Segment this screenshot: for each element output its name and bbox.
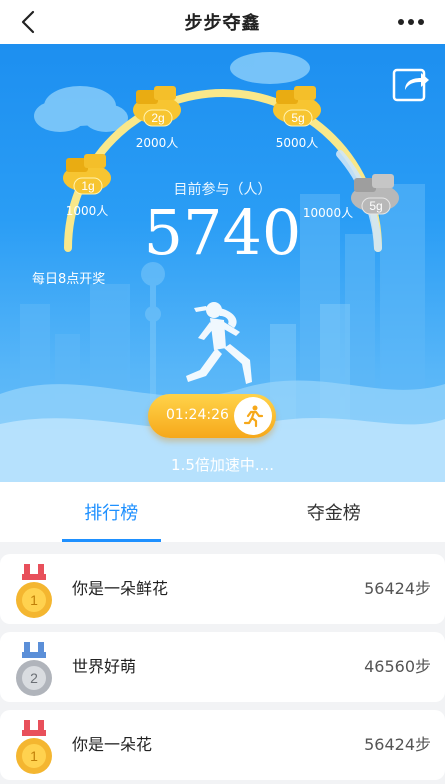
hero-banner: 1g 1000人 2g 2000人 5g 5000人 5g 10000人 目前参…	[0, 44, 445, 482]
list-item[interactable]: 1 你是一朵鲜花 56424步	[0, 554, 445, 624]
share-icon	[392, 68, 429, 102]
countdown-timer-button[interactable]: 01:24:26	[148, 394, 276, 438]
more-menu-button[interactable]	[391, 6, 431, 38]
gold-coin-stack-icon: 5g	[273, 86, 321, 127]
list-item[interactable]: 2 世界好萌 46560步	[0, 632, 445, 702]
medal-rank: 1	[30, 748, 38, 764]
user-name: 世界好萌	[72, 657, 137, 676]
tier-people-label: 5000人	[275, 136, 319, 150]
page: 步步夺鑫 1g 1000人 2g 2000人 5g 5000人 5g 10000…	[0, 0, 445, 784]
list-item[interactable]: 1 你是一朵花 56424步	[0, 710, 445, 780]
medal-rank: 2	[30, 670, 38, 686]
leaderboard-tabs: 排行榜 夺金榜	[0, 482, 445, 542]
gold-medal-icon: 1	[16, 564, 52, 618]
gold-medal-icon: 1	[16, 720, 52, 774]
reward-tier-3: 5g 5000人	[262, 80, 332, 151]
daily-draw-text: 每日8点开奖	[32, 272, 106, 287]
user-name: 你是一朵花	[72, 735, 153, 754]
step-count: 56424步	[364, 735, 431, 754]
medal-rank: 1	[30, 592, 38, 608]
gold-coin-stack-icon: 2g	[133, 86, 181, 127]
more-dots-icon	[398, 19, 404, 25]
step-count: 56424步	[364, 579, 431, 598]
chevron-left-icon	[21, 10, 35, 34]
tier-coin-label: 5g	[291, 111, 304, 125]
countdown-timer-text: 01:24:26	[166, 407, 229, 423]
back-button[interactable]	[14, 6, 42, 38]
participants-count: 5740	[143, 196, 302, 269]
runner-figure-icon	[186, 302, 252, 384]
ranking-list: 1 你是一朵鲜花 56424步 2 世界好萌 46560步 1 你是一朵花 56…	[0, 554, 445, 784]
reward-tier-2: 2g 2000人	[122, 80, 192, 151]
running-icon	[243, 405, 264, 428]
top-nav-bar: 步步夺鑫	[0, 0, 445, 44]
speed-status-text: 1.5倍加速中....	[171, 456, 274, 474]
tier-people-label: 2000人	[135, 136, 179, 150]
run-button[interactable]	[234, 397, 272, 435]
page-title: 步步夺鑫	[184, 13, 261, 34]
user-name: 你是一朵鲜花	[72, 579, 169, 598]
tab-gold-ranking[interactable]: 夺金榜	[223, 482, 445, 542]
tab-ranking[interactable]: 排行榜	[0, 482, 223, 542]
tier-coin-label: 2g	[151, 111, 164, 125]
silver-medal-icon: 2	[16, 642, 52, 696]
share-button[interactable]	[391, 64, 431, 104]
step-count: 46560步	[364, 657, 431, 676]
